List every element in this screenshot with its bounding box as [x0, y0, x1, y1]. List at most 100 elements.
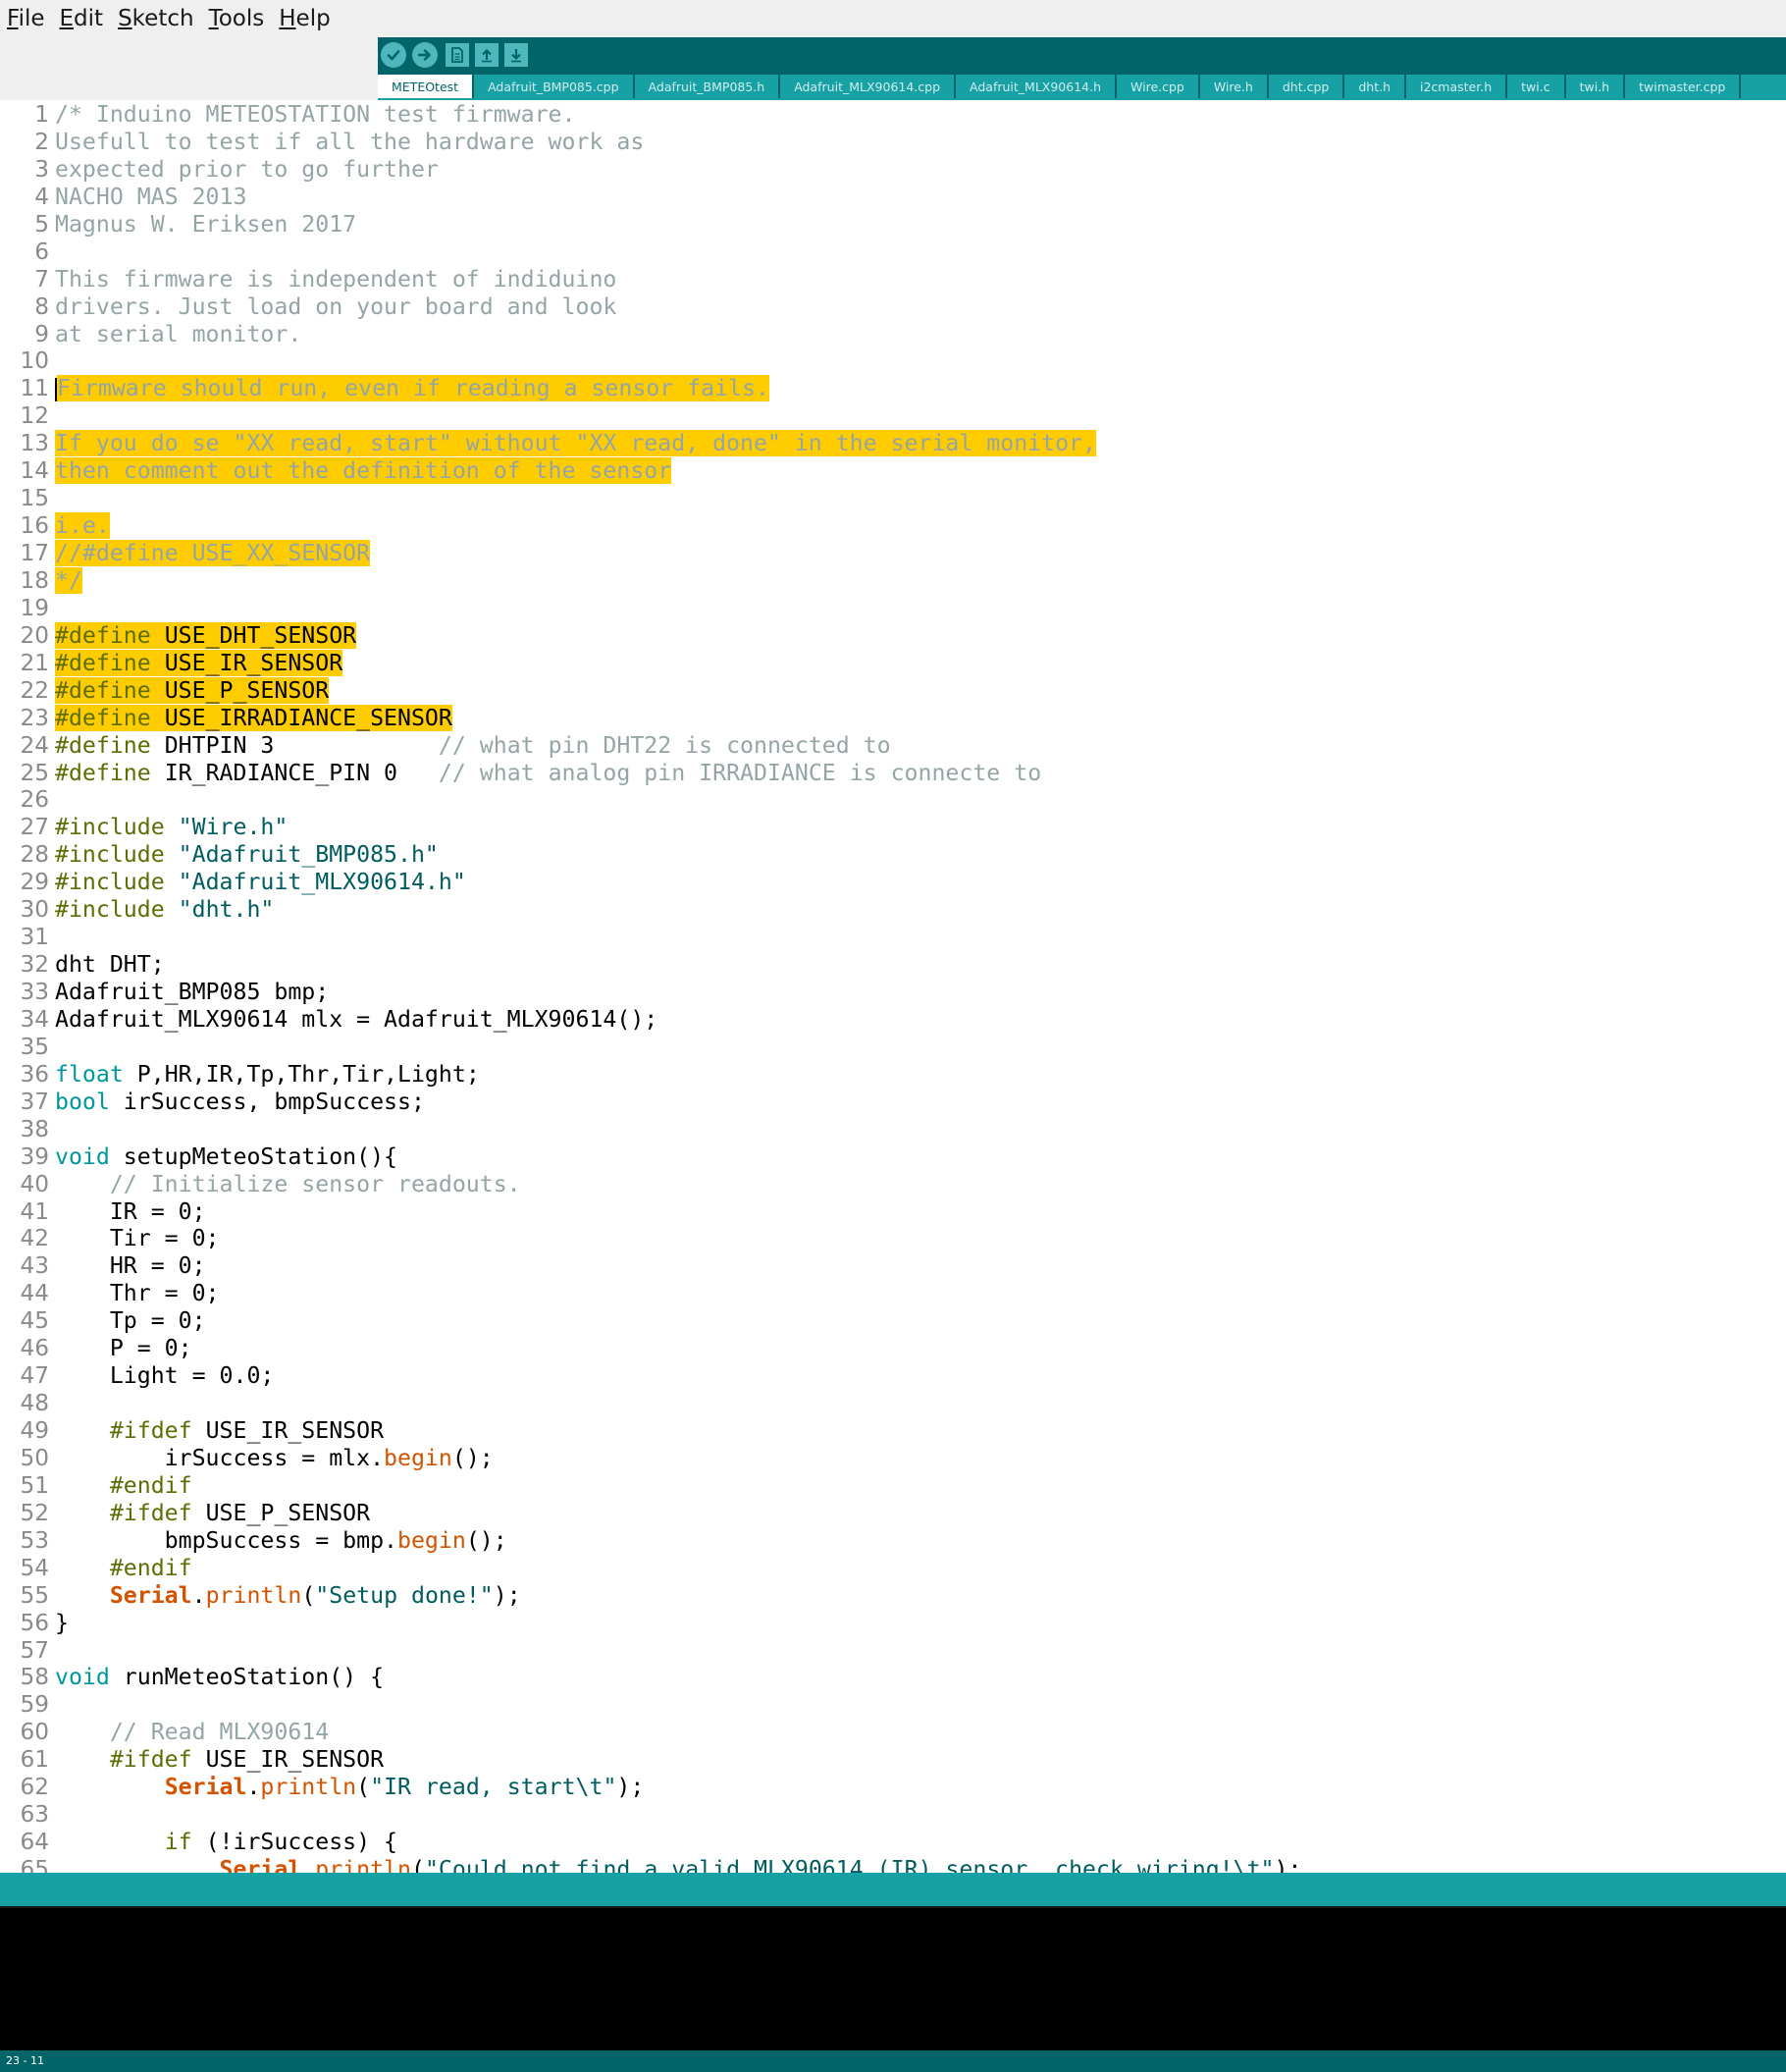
code-comment: // Initialize sensor readouts.: [109, 1170, 521, 1197]
menu-mnemonic: S: [118, 6, 132, 31]
code-line: 32 dht DHT;: [0, 951, 164, 979]
tab-bar-filler: [1741, 75, 1786, 100]
code-directive: #ifdef: [109, 1746, 192, 1774]
code-text-line: #ifdef USE_P_SENSOR: [55, 1500, 370, 1527]
line-number: 44: [20, 1280, 49, 1307]
code-text: USE_IR_SENSOR: [191, 1746, 385, 1774]
line-number: 14: [20, 457, 49, 485]
code-editor[interactable]: 1/* Induino METEOSTATION test firmware. 2…: [0, 100, 1786, 1873]
code-line: 43 HR = 0;: [0, 1252, 205, 1280]
menu-sketch[interactable]: Sketch: [111, 0, 202, 37]
tab-i2cmaster-h[interactable]: i2cmaster.h: [1406, 75, 1506, 100]
code-class: Serial: [109, 1581, 192, 1609]
code-line: 13 If you do se "XX read, start" without …: [0, 430, 1096, 457]
code-text-line: Serial.println("Could not find a valid M…: [55, 1856, 1302, 1873]
code-comment: */: [55, 566, 82, 594]
code-text-line: }: [55, 1610, 69, 1637]
open-button[interactable]: [475, 43, 499, 67]
code-text: }: [55, 1609, 69, 1636]
line-number: 57: [20, 1636, 49, 1664]
code-directive: #include: [55, 869, 165, 896]
tab-wire-cpp[interactable]: Wire.cpp: [1117, 75, 1198, 100]
save-button[interactable]: [504, 43, 528, 67]
menu-help[interactable]: Help: [272, 0, 338, 37]
code-line: 54 #endif: [0, 1555, 191, 1582]
code-line: 30 #include "dht.h": [0, 896, 274, 924]
tab-dht-cpp[interactable]: dht.cpp: [1268, 75, 1343, 100]
line-number: 58: [20, 1664, 49, 1691]
code-line: 6: [0, 239, 49, 266]
line-number: 27: [20, 814, 49, 841]
tab-dht-h[interactable]: dht.h: [1344, 75, 1404, 100]
code-text-line: #ifdef USE_IR_SENSOR: [55, 1417, 384, 1445]
menu-tools[interactable]: Tools: [202, 0, 273, 37]
cursor-position: 23 - 11: [6, 2054, 44, 2067]
tab-twimaster-cpp[interactable]: twimaster.cpp: [1625, 75, 1740, 100]
code-line: 19: [0, 595, 49, 622]
console-output[interactable]: [0, 1906, 1786, 2050]
code-function: println: [205, 1581, 302, 1609]
code-line: 7 This firmware is independent of indidui…: [0, 266, 616, 293]
code-text-line: Serial.println("IR read, start\t");: [55, 1774, 645, 1801]
tab-adafruit-mlx90614-cpp[interactable]: Adafruit_MLX90614.cpp: [780, 75, 955, 100]
tab-twi-c[interactable]: twi.c: [1507, 75, 1564, 100]
code-comment: Usefull to test if all the hardware work…: [55, 128, 645, 155]
code-directive: #ifdef: [109, 1499, 192, 1526]
code-text: USE_IRRADIANCE_SENSOR: [150, 704, 452, 731]
code-text: Tp = 0;: [55, 1307, 206, 1335]
code-line: 20 #define USE_DHT_SENSOR: [0, 621, 357, 650]
code-text: ();: [451, 1444, 494, 1471]
code-function: println: [315, 1856, 411, 1873]
verify-button[interactable]: [381, 42, 406, 68]
menu-edit[interactable]: Edit: [53, 0, 112, 37]
tab-meteotest[interactable]: METEOtest: [378, 75, 473, 100]
line-number: 19: [20, 594, 49, 621]
code-line: 15: [0, 485, 49, 512]
code-text-line: #include "Wire.h": [55, 814, 288, 841]
code-function: begin: [397, 1526, 466, 1554]
code-line: 45 Tp = 0;: [0, 1307, 205, 1335]
tab-adafruit-bmp085-cpp[interactable]: Adafruit_BMP085.cpp: [474, 75, 633, 100]
code-comment: drivers. Just load on your board and loo…: [55, 292, 617, 320]
code-text: irSuccess = mlx.: [55, 1444, 385, 1471]
code-text-line: then comment out the definition of the s…: [55, 457, 672, 485]
code-comment: i.e.: [55, 512, 110, 540]
code-function: println: [260, 1774, 357, 1801]
code-text-line: #define USE_IRRADIANCE_SENSOR: [55, 704, 452, 732]
line-number: 53: [20, 1526, 49, 1554]
menu-file[interactable]: File: [0, 0, 53, 37]
code-text-line: Adafruit_BMP085 bmp;: [55, 979, 329, 1006]
toolbar-spacer: [0, 37, 378, 100]
code-lines: 1/* Induino METEOSTATION test firmware. 2…: [0, 101, 1301, 1873]
line-number: 62: [20, 1774, 49, 1801]
line-number: 24: [20, 731, 49, 759]
tab-twi-h[interactable]: twi.h: [1565, 75, 1624, 100]
upload-button[interactable]: [412, 42, 438, 68]
tab-wire-h[interactable]: Wire.h: [1199, 75, 1267, 100]
line-number: 40: [20, 1170, 49, 1197]
menu-label: ools: [218, 6, 265, 31]
code-text: P = 0;: [55, 1335, 192, 1362]
code-line: 24 #define DHTPIN 3 // what pin DHT22 is …: [0, 731, 890, 760]
line-number: 47: [20, 1362, 49, 1390]
code-directive: #define: [55, 621, 151, 649]
code-text: DHTPIN 3: [150, 731, 439, 759]
code-text: .: [301, 1856, 316, 1873]
code-text-line: #endif: [55, 1555, 192, 1582]
code-text: setupMeteoStation(){: [109, 1142, 398, 1170]
tab-adafruit-bmp085-h[interactable]: Adafruit_BMP085.h: [634, 75, 779, 100]
line-number: 61: [20, 1746, 49, 1774]
code-text-line: float P,HR,IR,Tp,Thr,Tir,Light;: [55, 1061, 480, 1089]
code-directive: #define: [55, 759, 151, 786]
code-line: 37 bool irSuccess, bmpSuccess;: [0, 1089, 424, 1116]
code-line: 29 #include "Adafruit_MLX90614.h": [0, 869, 465, 896]
code-text: USE_P_SENSOR: [191, 1499, 371, 1526]
code-text: P,HR,IR,Tp,Thr,Tir,Light;: [123, 1060, 480, 1088]
code-text-line: expected prior to go further: [55, 156, 439, 184]
new-button[interactable]: [446, 43, 469, 67]
line-number: 3: [34, 155, 49, 183]
tab-adafruit-mlx90614-h[interactable]: Adafruit_MLX90614.h: [956, 75, 1116, 100]
